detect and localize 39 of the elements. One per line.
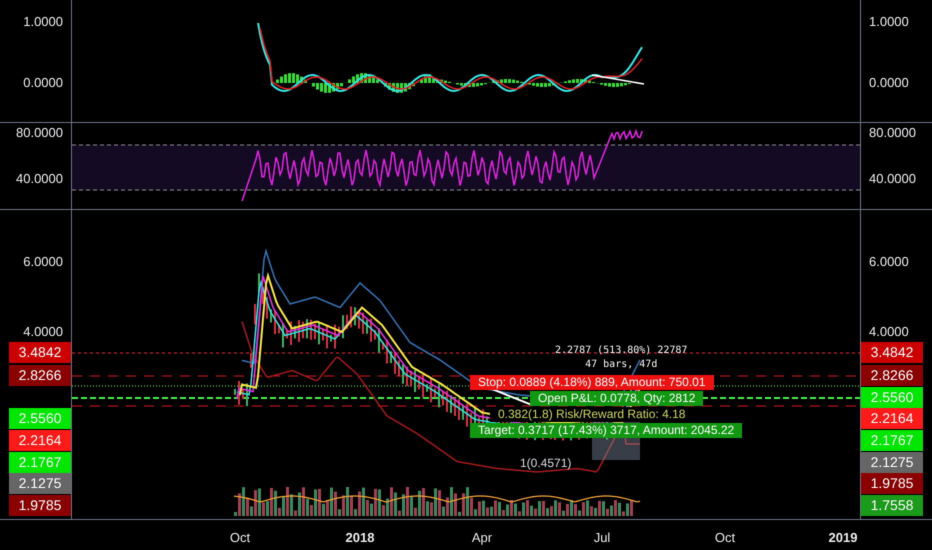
fib-level-label: 1(0.4571): [520, 455, 572, 472]
axis-label: 6.0000: [23, 255, 63, 268]
price-tag: 1.9785: [9, 495, 71, 516]
axis-label: 80.0000: [16, 126, 63, 139]
price-tag: 3.4842: [9, 342, 71, 363]
price-tag: 2.5560: [9, 408, 71, 429]
axis-label: 4.0000: [23, 325, 63, 338]
axis-label: 6.0000: [869, 255, 909, 268]
time-label: 2018: [346, 529, 374, 547]
time-label: Oct: [714, 529, 736, 547]
target-label: Target: 0.3717 (17.43%) 3717, Amount: 2045.22: [470, 423, 742, 438]
price-tag: 2.1275: [9, 473, 71, 494]
axis-label: 1.0000: [23, 15, 63, 28]
price-tag: 2.2164: [861, 408, 923, 429]
price-tag: 2.1767: [9, 452, 71, 473]
time-label: Oct: [230, 529, 250, 547]
price-tag: 3.4842: [861, 342, 923, 363]
axis-label: 40.0000: [16, 172, 63, 185]
time-label: Apr: [472, 529, 492, 547]
price-tag: 1.9785: [861, 473, 923, 494]
measure-text: 2.2787 (513.80%) 22787: [555, 344, 688, 358]
time-label: 2019: [828, 529, 858, 547]
time-label: Jul: [594, 529, 610, 547]
stop-label: Stop: 0.0889 (4.18%) 889, Amount: 750.01: [470, 375, 714, 390]
axis-label: 4.0000: [869, 325, 909, 338]
price-tag: 2.8266: [9, 365, 71, 386]
axis-label: 1.0000: [869, 15, 909, 28]
axis-label: 80.0000: [869, 126, 916, 139]
open-pnl-label: Open P&L: 0.0778, Qty: 2812: [530, 391, 704, 406]
axis-label: 40.0000: [869, 172, 916, 185]
axis-label: 0.0000: [869, 76, 909, 89]
price-tag: 1.7558: [861, 495, 923, 516]
price-tag: 2.5560: [861, 387, 923, 408]
axis-label: 0.0000: [23, 76, 63, 89]
measure-text: 47 bars, 47d: [585, 358, 658, 372]
price-tag: 2.2164: [9, 430, 71, 451]
price-tag: 2.8266: [861, 365, 923, 386]
price-tag: 2.1767: [861, 430, 923, 451]
price-tag: 2.1275: [861, 452, 923, 473]
